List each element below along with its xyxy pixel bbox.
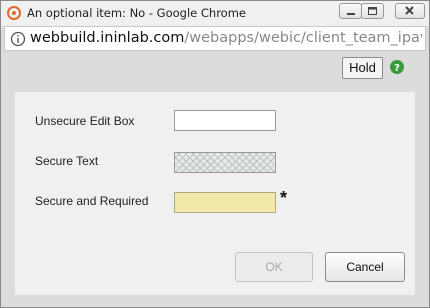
minimize-button[interactable] [339,3,362,19]
url-text[interactable]: webbuild.ininlab.com/webapps/webic/clien… [30,30,422,46]
cancel-button[interactable]: Cancel [325,252,405,282]
required-marker: * [280,188,288,208]
window-title: An optional item: No - Google Chrome [27,6,246,20]
secure-required-input[interactable] [174,192,276,213]
svg-text:?: ? [394,63,400,74]
title-bar[interactable]: An optional item: No - Google Chrome [1,1,429,26]
close-icon [405,6,414,15]
maximize-button[interactable] [361,3,384,19]
address-bar[interactable]: webbuild.ininlab.com/webapps/webic/clien… [4,26,426,51]
unsecure-edit-label: Unsecure Edit Box [35,114,135,128]
site-info-icon[interactable] [10,31,26,47]
close-button[interactable] [395,3,425,19]
hold-button[interactable]: Hold [342,57,383,79]
form-toolbar: Hold ? [1,51,429,86]
secure-text-input[interactable] [174,152,276,173]
browser-popup-window: An optional item: No - Google Chrome web [0,0,430,308]
url-host: webbuild.ininlab.com [30,30,185,46]
minimize-icon [347,13,355,15]
maximize-icon [368,7,377,15]
help-icon[interactable]: ? [390,60,404,74]
url-path: /webapps/webic/client_team_ipaviews/... [184,30,422,46]
ok-button[interactable]: OK [235,252,313,282]
app-logo-icon [7,6,21,20]
unsecure-edit-input[interactable] [174,110,276,131]
secure-required-label: Secure and Required [35,194,149,208]
form-panel: Unsecure Edit Box Secure Text Secure and… [15,92,415,295]
secure-text-label: Secure Text [35,154,99,168]
